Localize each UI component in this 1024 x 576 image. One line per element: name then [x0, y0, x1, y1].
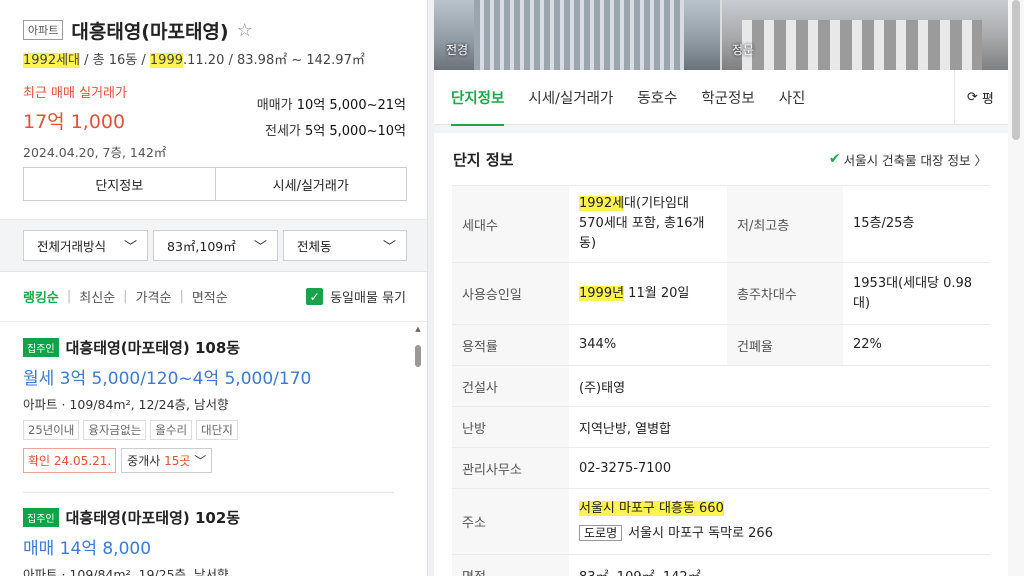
confirm-date: 확인 24.05.21.: [23, 448, 117, 473]
detail-tabs: 단지정보 시세/실거래가 동호수 학군정보 사진 ⟳ 평: [434, 70, 1008, 126]
table-row: 면적 83㎡, 109㎡, 142㎡: [452, 554, 990, 576]
left-panel: 아파트 대흥태영(마포태영) ☆ 1992세대 / 총 16동 / 1999.1…: [0, 0, 428, 576]
tab-photos[interactable]: 사진: [767, 70, 818, 125]
price-ranges: 매매가 10억 5,000~21억 전세가 5억 5,000~10억: [256, 98, 406, 139]
listing-info: 아파트 · 109/84m², 19/25층, 남서향: [23, 567, 229, 576]
detail-panel: 전경 정문 단지정보 시세/실거래가 동호수 학군정보 사진 ⟳ 평 단지 정보 …: [434, 0, 1008, 576]
sort-latest[interactable]: 최신순: [79, 287, 115, 306]
list-item[interactable]: 집주인 대흥태영(마포태영) 108동 월세 3억 5,000/120~4억 5,…: [0, 322, 427, 493]
complex-info-table: 세대수 1992세대(기타임대 570세대 포함, 총16개동) 저/최고층 1…: [452, 185, 990, 576]
listing-name: 대흥태영(마포태영) 102동: [65, 509, 241, 527]
jeonse-range: 5억 5,000~10억: [305, 124, 406, 139]
table-row: 세대수 1992세대(기타임대 570세대 포함, 총16개동) 저/최고층 1…: [452, 185, 990, 263]
road-name-badge: 도로명: [579, 525, 623, 541]
complex-title: 대흥태영(마포태영): [71, 20, 229, 43]
filter-bar: 전체거래방식 ﹀ 83㎡,109㎡ ﹀ 전체동 ﹀: [0, 220, 427, 272]
list-scrollbar[interactable]: ▲: [415, 325, 421, 576]
price-history-button[interactable]: 시세/실거래가: [216, 168, 407, 200]
table-row: 관리사무소 02-3275-7100: [452, 447, 990, 489]
owner-badge: 집주인: [23, 508, 59, 527]
tag: 25년이내: [23, 420, 80, 440]
page-scrollbar[interactable]: [1008, 0, 1024, 576]
table-row: 건설사 (주)태영: [452, 365, 990, 407]
tab-school[interactable]: 학군정보: [689, 70, 766, 125]
table-row: 난방 지역난방, 열병합: [452, 406, 990, 448]
listing-name: 대흥태영(마포태영) 108동: [65, 339, 241, 357]
table-row: 주소 서울시 마포구 대흥동 660 도로명 서울시 마포구 독막로 266: [452, 488, 990, 555]
summary-button-row: 단지정보 시세/실거래가: [23, 167, 407, 201]
address-lot: 서울시 마포구 대흥동 660: [579, 501, 724, 516]
agent-count-button[interactable]: 중개사 15곳 ﹀: [121, 448, 213, 473]
listing-price: 매매 14억 8,000: [23, 539, 152, 559]
complex-summary-card: 아파트 대흥태영(마포태영) ☆ 1992세대 / 총 16동 / 1999.1…: [0, 0, 427, 220]
building-registry-link[interactable]: ✔ 서울시 건축물 대장 정보 〉: [829, 150, 987, 169]
tag: 융자금없는: [83, 420, 147, 440]
pyeong-toggle-button[interactable]: ⟳ 평: [954, 70, 1008, 125]
listing-tags: 25년이내 융자금없는 올수리 대단지: [23, 420, 406, 440]
chevron-down-icon: ﹀: [123, 240, 137, 255]
table-row: 용적률 344% 건폐율 22%: [452, 324, 990, 366]
scrollbar-thumb[interactable]: [415, 345, 421, 367]
chevron-down-icon: ﹀: [253, 240, 267, 255]
recent-trade-detail: 2024.04.20, 7층, 142㎡: [23, 145, 167, 160]
scrollbar-thumb[interactable]: [1012, 0, 1020, 140]
tag: 대단지: [196, 420, 238, 440]
trade-type-select[interactable]: 전체거래방식 ﹀: [23, 230, 148, 261]
address-road: 서울시 마포구 독막로 266: [628, 526, 773, 541]
listing-price: 월세 3억 5,000/120~4억 5,000/170: [23, 369, 312, 389]
list-item[interactable]: 집주인 대흥태영(마포태영) 102동 매매 14억 8,000 아파트 · 10…: [0, 493, 427, 576]
recent-trade-price: 17억 1,000: [23, 111, 126, 133]
photo-overview[interactable]: 전경: [434, 0, 720, 70]
dong-select[interactable]: 전체동 ﹀: [283, 230, 407, 261]
complex-info-button[interactable]: 단지정보: [24, 168, 216, 200]
refresh-icon: ⟳: [967, 90, 978, 105]
chevron-down-icon: ﹀: [382, 240, 396, 255]
sort-bar: 랭킹순 | 최신순 | 가격순 | 면적순 ✓ 동일매물 묶기: [0, 272, 427, 322]
photo-strip: 전경 정문: [434, 0, 1008, 70]
tab-complex-info[interactable]: 단지정보: [439, 70, 516, 126]
type-badge: 아파트: [23, 20, 64, 40]
sort-ranking[interactable]: 랭킹순: [23, 287, 59, 306]
sort-price[interactable]: 가격순: [136, 287, 172, 306]
area-select[interactable]: 83㎡,109㎡ ﹀: [153, 230, 278, 261]
favorite-star-icon[interactable]: ☆: [237, 20, 253, 41]
recent-trade-label: 최근 매매 실거래가: [23, 86, 127, 101]
photo-gate[interactable]: 정문: [722, 0, 1008, 70]
same-listing-toggle[interactable]: ✓ 동일매물 묶기: [306, 287, 406, 306]
sale-range: 10억 5,000~21억: [296, 98, 406, 113]
scroll-up-arrow-icon[interactable]: ▲: [415, 325, 421, 333]
tag: 올수리: [150, 420, 193, 440]
checkbox-checked-icon: ✓: [306, 288, 324, 305]
seoul-logo-icon: ✔: [828, 151, 841, 167]
tab-price[interactable]: 시세/실거래가: [516, 70, 625, 125]
sort-area[interactable]: 면적순: [192, 287, 228, 306]
section-title: 단지 정보: [453, 150, 514, 169]
owner-badge: 집주인: [23, 338, 59, 357]
listing-info: 아파트 · 109/84m², 12/24층, 남서향: [23, 397, 229, 412]
complex-meta: 1992세대 / 총 16동 / 1999.11.20 / 83.98㎡ ~ 1…: [23, 53, 365, 68]
recent-trade: 최근 매매 실거래가 17억 1,000 2024.04.20, 7층, 142…: [23, 82, 166, 161]
tab-units[interactable]: 동호수: [625, 70, 689, 125]
table-row: 사용승인일 1999년 11월 20일 총주차대수 1953대(세대당 0.98…: [452, 262, 990, 325]
